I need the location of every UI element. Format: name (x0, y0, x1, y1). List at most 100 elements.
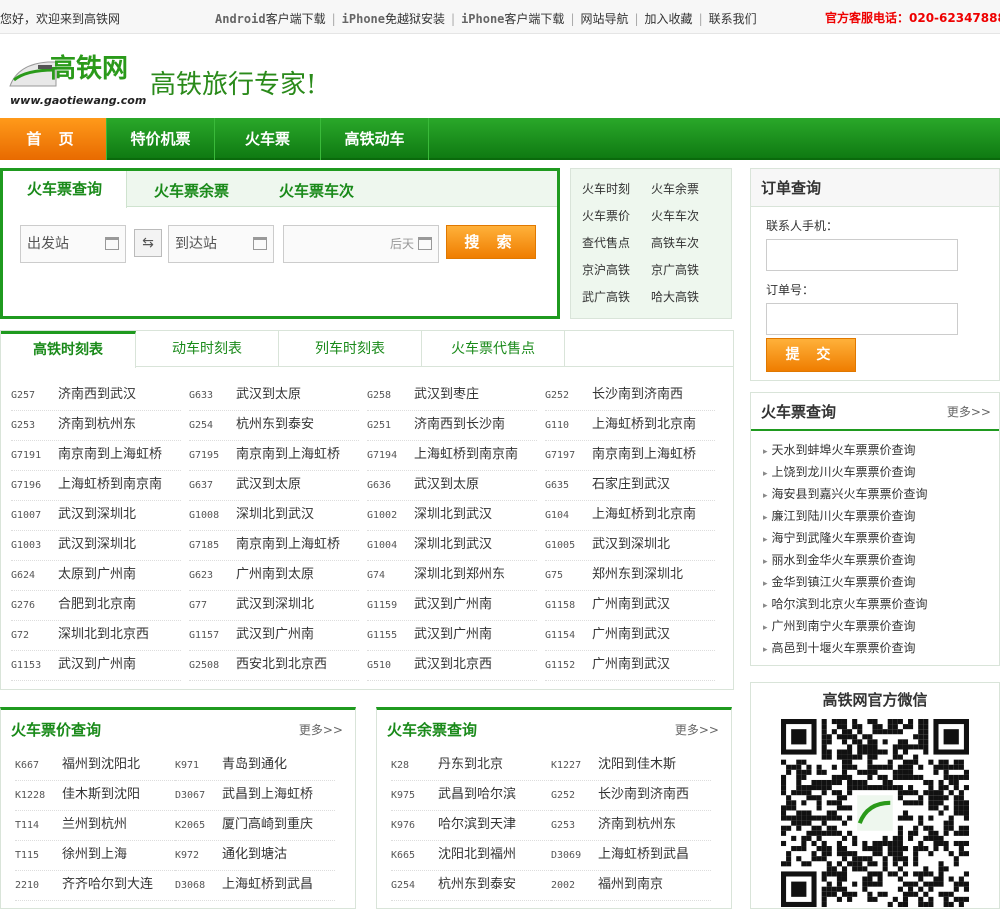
timetable-link[interactable]: G254 杭州东到泰安 (189, 411, 359, 441)
route-link[interactable]: G254 杭州东到泰安 (391, 871, 551, 901)
timetable-link[interactable]: G257 济南西到武汉 (11, 381, 181, 411)
timetable-link[interactable]: G75 郑州东到深圳北 (545, 561, 715, 591)
timetable-link[interactable]: G7197 南京南到上海虹桥 (545, 441, 715, 471)
timetable-link[interactable]: G1008 深圳北到武汉 (189, 501, 359, 531)
timetable-link[interactable]: G510 武汉到北京西 (367, 651, 537, 681)
quick-link[interactable]: 武广高铁 (582, 288, 630, 305)
route-link[interactable]: K975 武昌到哈尔滨 (391, 781, 551, 811)
timetable-link[interactable]: G276 合肥到北京南 (11, 591, 181, 621)
quick-link[interactable]: 查代售点 (582, 234, 630, 251)
ticket-query-link[interactable]: 海安县到嘉兴火车票票价查询 (763, 483, 999, 505)
route-link[interactable]: T114 兰州到杭州 (15, 811, 175, 841)
route-link[interactable]: G253 济南到杭州东 (551, 811, 711, 841)
phone-input[interactable] (766, 239, 958, 271)
timetable-link[interactable]: G104 上海虹桥到北京南 (545, 501, 715, 531)
timetable-link[interactable]: G1154 广州南到武汉 (545, 621, 715, 651)
submit-button[interactable]: 提 交 (766, 338, 856, 372)
timetable-link[interactable]: G624 太原到广州南 (11, 561, 181, 591)
timetable-link[interactable]: G253 济南到杭州东 (11, 411, 181, 441)
timetable-link[interactable]: G74 深圳北到郑州东 (367, 561, 537, 591)
timetable-link[interactable]: G1155 武汉到广州南 (367, 621, 537, 651)
tab-high-speed-timetable[interactable]: 高铁时刻表 (1, 331, 136, 368)
tab-remaining-tickets[interactable]: 火车票余票 (154, 180, 229, 201)
quick-link[interactable]: 火车票价 (582, 207, 630, 224)
timetable-link[interactable]: G258 武汉到枣庄 (367, 381, 537, 411)
timetable-link[interactable]: G72 深圳北到北京西 (11, 621, 181, 651)
ticket-query-link[interactable]: 金华到镇江火车票票价查询 (763, 571, 999, 593)
route-link[interactable]: K976 哈尔滨到天津 (391, 811, 551, 841)
timetable-link[interactable]: G636 武汉到太原 (367, 471, 537, 501)
ticket-query-link[interactable]: 丽水到金华火车票票价查询 (763, 549, 999, 571)
timetable-link[interactable]: G1158 广州南到武汉 (545, 591, 715, 621)
ticket-query-link[interactable]: 广州到南宁火车票票价查询 (763, 615, 999, 637)
nav-high-speed[interactable]: 高铁动车 (321, 118, 429, 160)
ticket-query-link[interactable]: 上饶到龙川火车票票价查询 (763, 461, 999, 483)
route-link[interactable]: K971 青岛到通化 (175, 751, 335, 781)
timetable-link[interactable]: G1007 武汉到深圳北 (11, 501, 181, 531)
date-input[interactable]: 后天 (283, 225, 439, 263)
ticket-query-link[interactable]: 天水到蚌埠火车票票价查询 (763, 439, 999, 461)
timetable-link[interactable]: G77 武汉到深圳北 (189, 591, 359, 621)
contact-link[interactable]: 联系我们 (709, 12, 757, 26)
tab-ticket-agencies[interactable]: 火车票代售点 (422, 331, 565, 367)
route-link[interactable]: K665 沈阳北到福州 (391, 841, 551, 871)
route-link[interactable]: K28 丹东到北京 (391, 751, 551, 781)
route-link[interactable]: D3067 武昌到上海虹桥 (175, 781, 335, 811)
to-station-input[interactable]: 到达站 (168, 225, 274, 263)
more-link[interactable]: 更多>> (675, 710, 719, 750)
ticket-query-link[interactable]: 高邑到十堰火车票票价查询 (763, 637, 999, 659)
more-link[interactable]: 更多>> (299, 710, 343, 750)
timetable-link[interactable]: G1152 广州南到武汉 (545, 651, 715, 681)
timetable-link[interactable]: G1003 武汉到深圳北 (11, 531, 181, 561)
quick-link[interactable]: 火车车次 (651, 207, 699, 224)
ticket-query-link[interactable]: 海宁到武隆火车票票价查询 (763, 527, 999, 549)
from-station-input[interactable]: 出发站 (20, 225, 126, 263)
nav-home[interactable]: 首 页 (0, 118, 107, 160)
timetable-link[interactable]: G251 济南西到长沙南 (367, 411, 537, 441)
timetable-link[interactable]: G7195 南京南到上海虹桥 (189, 441, 359, 471)
route-link[interactable]: K972 通化到塘沽 (175, 841, 335, 871)
tab-emu-timetable[interactable]: 动车时刻表 (136, 331, 279, 367)
quick-link[interactable]: 高铁车次 (651, 234, 699, 251)
iphone-download-link[interactable]: iPhone客户端下载 (461, 12, 564, 26)
route-link[interactable]: K667 福州到沈阳北 (15, 751, 175, 781)
route-link[interactable]: 2002 福州到南京 (551, 871, 711, 901)
ticket-query-link[interactable]: 哈尔滨到北京火车票票价查询 (763, 593, 999, 615)
ticket-query-link[interactable]: 廉江到陆川火车票票价查询 (763, 505, 999, 527)
order-number-input[interactable] (766, 303, 958, 335)
route-link[interactable]: K1227 沈阳到佳木斯 (551, 751, 711, 781)
timetable-link[interactable]: G2508 西安北到北京西 (189, 651, 359, 681)
nav-flights[interactable]: 特价机票 (107, 118, 215, 160)
tab-ticket-query[interactable]: 火车票查询 (3, 171, 128, 208)
timetable-link[interactable]: G623 广州南到太原 (189, 561, 359, 591)
timetable-link[interactable]: G1157 武汉到广州南 (189, 621, 359, 651)
timetable-link[interactable]: G1159 武汉到广州南 (367, 591, 537, 621)
site-logo[interactable]: 高铁网 www.gaotiewang.com (8, 48, 146, 108)
quick-link[interactable]: 京沪高铁 (582, 261, 630, 278)
route-link[interactable]: 2210 齐齐哈尔到大连 (15, 871, 175, 901)
tab-train-numbers[interactable]: 火车票车次 (279, 180, 354, 201)
timetable-link[interactable]: G7185 南京南到上海虹桥 (189, 531, 359, 561)
timetable-link[interactable]: G635 石家庄到武汉 (545, 471, 715, 501)
quick-link[interactable]: 火车时刻 (582, 180, 630, 197)
route-link[interactable]: K2065 厦门高崎到重庆 (175, 811, 335, 841)
search-button[interactable]: 搜 索 (446, 225, 536, 259)
swap-stations-button[interactable]: ⇆ (134, 229, 162, 257)
timetable-link[interactable]: G7194 上海虹桥到南京南 (367, 441, 537, 471)
route-link[interactable]: K1228 佳木斯到沈阳 (15, 781, 175, 811)
quick-link[interactable]: 哈大高铁 (651, 288, 699, 305)
timetable-link[interactable]: G7196 上海虹桥到南京南 (11, 471, 181, 501)
timetable-link[interactable]: G1005 武汉到深圳北 (545, 531, 715, 561)
timetable-link[interactable]: G1153 武汉到广州南 (11, 651, 181, 681)
nav-train-tickets[interactable]: 火车票 (215, 118, 321, 160)
quick-link[interactable]: 京广高铁 (651, 261, 699, 278)
iphone-install-link[interactable]: iPhone免越狱安装 (342, 12, 445, 26)
timetable-link[interactable]: G252 长沙南到济南西 (545, 381, 715, 411)
timetable-link[interactable]: G110 上海虹桥到北京南 (545, 411, 715, 441)
timetable-link[interactable]: G633 武汉到太原 (189, 381, 359, 411)
android-download-link[interactable]: Android客户端下载 (215, 12, 326, 26)
timetable-link[interactable]: G1002 深圳北到武汉 (367, 501, 537, 531)
tab-train-timetable[interactable]: 列车时刻表 (279, 331, 422, 367)
timetable-link[interactable]: G7191 南京南到上海虹桥 (11, 441, 181, 471)
route-link[interactable]: D3069 上海虹桥到武昌 (551, 841, 711, 871)
